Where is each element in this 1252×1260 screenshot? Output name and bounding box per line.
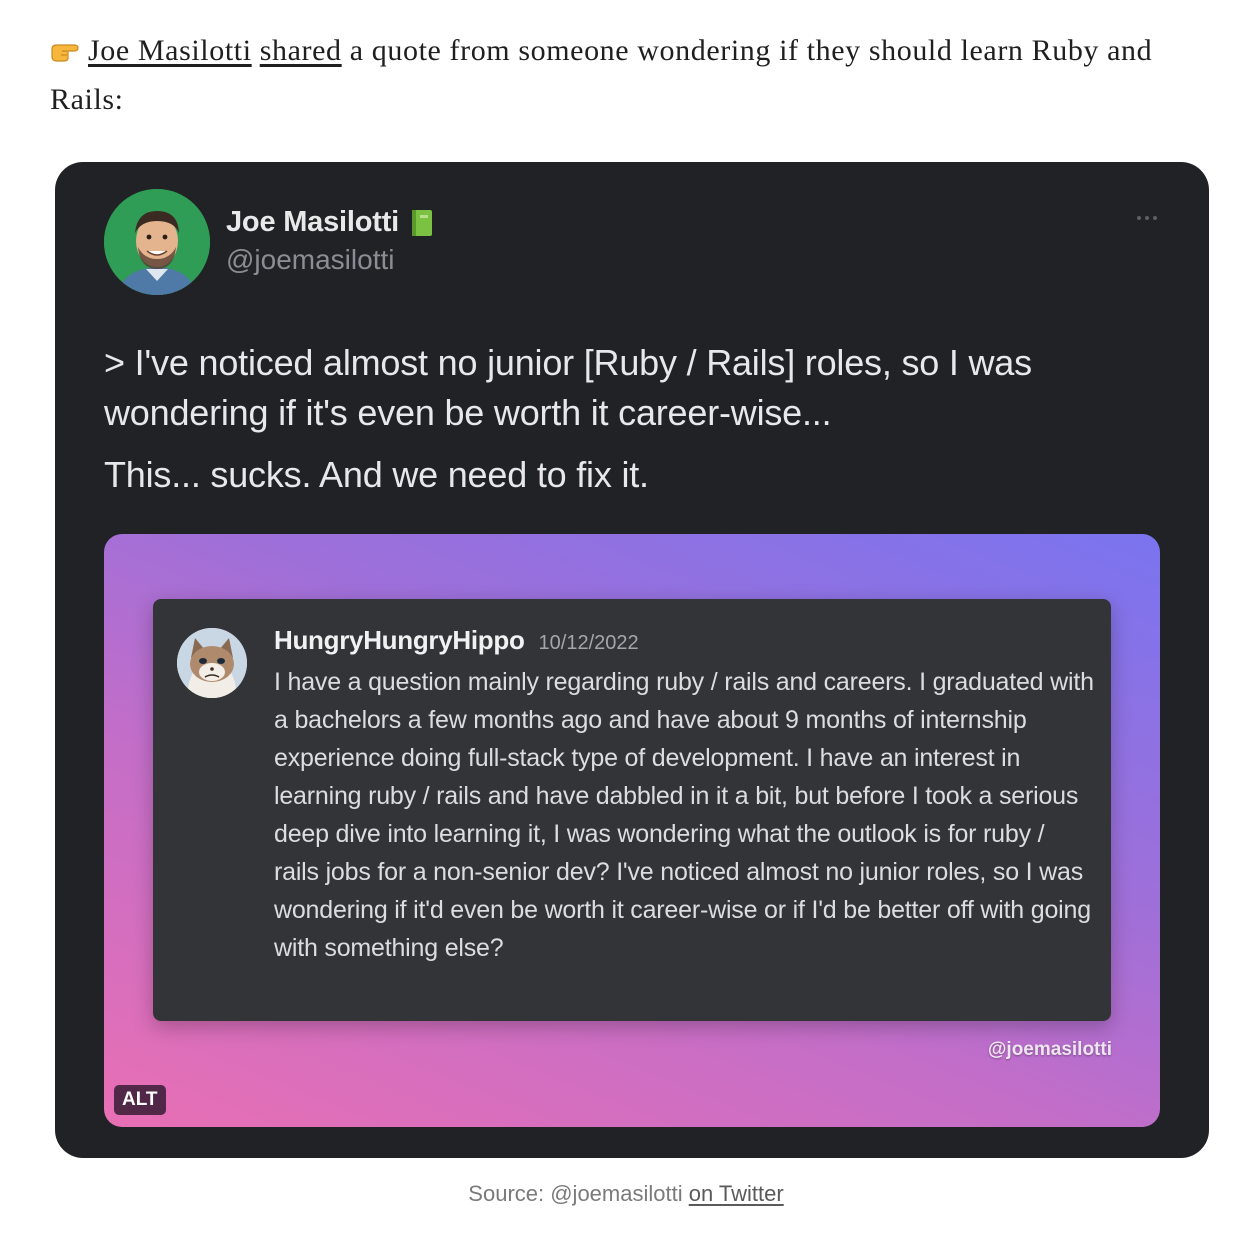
twitter-link[interactable]: on Twitter — [689, 1181, 784, 1206]
tweet-paragraph: > I've noticed almost no junior [Ruby / … — [104, 342, 1032, 433]
discord-timestamp: 10/12/2022 — [538, 632, 639, 654]
tweet-paragraph: This... sucks. And we need to fix it. — [104, 454, 649, 495]
image-caption: Source: @joemasilotti on Twitter — [0, 1181, 1252, 1207]
author-link[interactable]: Joe Masilotti — [88, 34, 252, 67]
cat-avatar — [177, 628, 247, 698]
caption-source: Source: @joemasilotti — [468, 1181, 689, 1206]
discord-message-card: HungryHungryHippo 10/12/2022 I have a qu… — [153, 599, 1111, 1021]
more-options-icon[interactable] — [1135, 214, 1159, 222]
author-handle[interactable]: @joemasilotti — [226, 244, 394, 276]
discord-username: HungryHungryHippo — [274, 625, 525, 655]
image-watermark: @joemasilotti — [987, 1039, 1112, 1060]
intro-paragraph: Joe Masilotti shared a quote from someon… — [50, 26, 1180, 124]
embedded-tweet[interactable]: Joe Masilotti @joemasilotti > I've notic… — [55, 162, 1209, 1158]
green-book-icon — [412, 209, 433, 236]
author-photo — [104, 189, 210, 295]
author-name[interactable]: Joe Masilotti — [226, 206, 399, 239]
tweet-media-image[interactable]: HungryHungryHippo 10/12/2022 I have a qu… — [104, 534, 1160, 1127]
tweet-body: > I've noticed almost no junior [Ruby / … — [104, 338, 1154, 500]
pointing-hand-icon — [51, 44, 79, 62]
discord-message-text: I have a question mainly regarding ruby … — [274, 668, 1094, 962]
shared-link[interactable]: shared — [260, 34, 342, 67]
avatar[interactable] — [104, 189, 210, 295]
alt-text-button[interactable]: ALT — [114, 1085, 166, 1115]
